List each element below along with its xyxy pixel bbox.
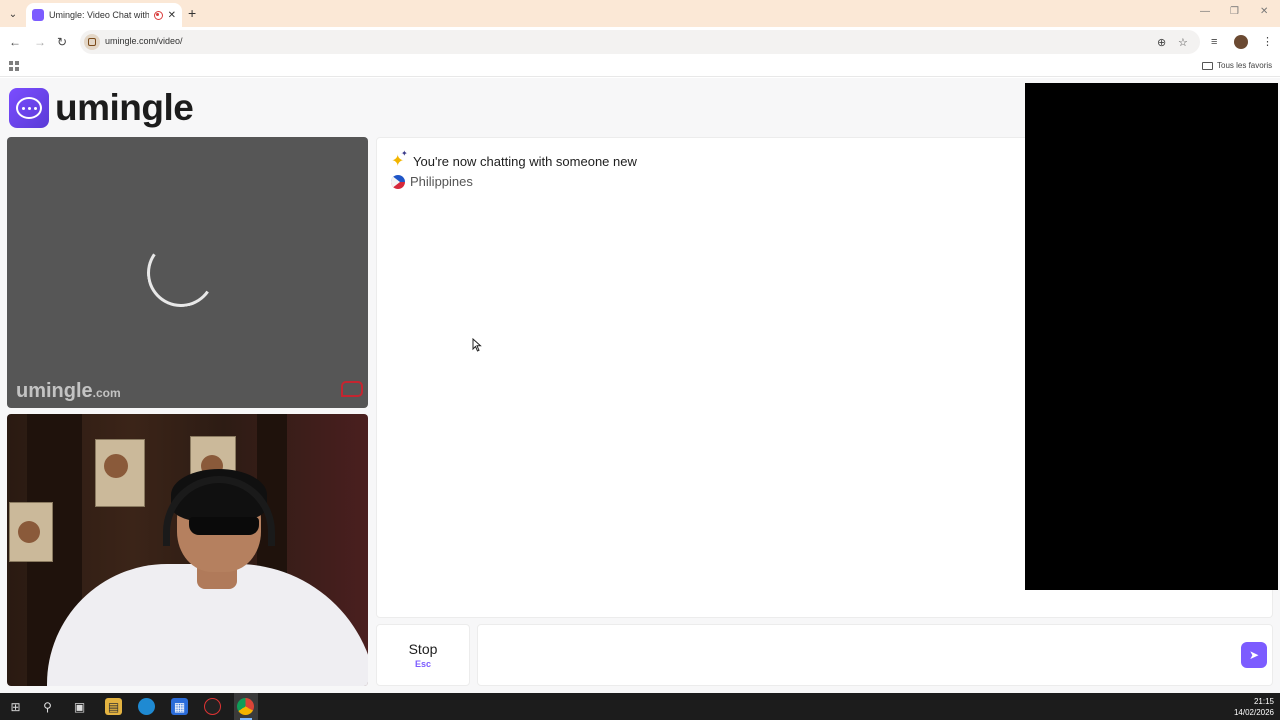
message-input[interactable] (477, 624, 1273, 686)
bookmarks-bar: Tous les favoris (0, 57, 1280, 77)
sparkle-icon (391, 149, 408, 171)
recording-indicator-icon (153, 10, 163, 20)
system-message: You're now chatting with someone new (391, 149, 637, 171)
file-explorer-icon[interactable]: ▤ (105, 698, 122, 715)
loading-spinner-icon (141, 233, 221, 313)
umingle-favicon-icon (32, 9, 44, 21)
clock-time: 21:15 (1253, 697, 1274, 706)
address-url[interactable]: umingle.com/video/ (105, 36, 183, 46)
wanted-poster-image (95, 439, 145, 507)
sunglasses (189, 517, 259, 535)
mouse-cursor-icon (472, 338, 482, 352)
back-button[interactable]: ← (9, 34, 21, 50)
country-name: Philippines (410, 174, 473, 189)
browser-tab-active[interactable]: Umingle: Video Chat with St ✕ (26, 3, 182, 27)
wanted-poster-image (9, 502, 53, 562)
browser-toolbar: ← → ↻ umingle.com/video/ ⊕ ☆ ≡ ⋮ (0, 27, 1280, 57)
search-icon[interactable]: ⚲ (39, 698, 56, 715)
stop-label: Stop (408, 641, 438, 657)
profile-avatar[interactable] (1234, 35, 1248, 49)
zoom-icon[interactable]: ⊕ (1157, 36, 1166, 49)
new-tab-button[interactable]: + (188, 5, 196, 21)
obs-recorder-icon[interactable] (204, 698, 221, 715)
ad-banner[interactable] (1025, 83, 1278, 590)
task-view-icon[interactable]: ▣ (71, 698, 88, 715)
stop-button[interactable]: Stop Esc (376, 624, 470, 686)
chat-bubble-logo-icon (9, 88, 49, 128)
windows-start-icon[interactable]: ⊞ (7, 698, 24, 715)
clock-date: 14/02/2026 (1233, 708, 1274, 717)
browser-tab-strip: ⌄ Umingle: Video Chat with St ✕ + — ❐ ✕ (0, 0, 1280, 27)
system-clock[interactable]: 21:15 14/02/2026 (1234, 696, 1274, 718)
bookmark-star-icon[interactable]: ☆ (1178, 36, 1188, 49)
windows-taskbar: ⊞ ⚲ ▣ ▤ ▦ 21:15 14/02/2026 (0, 693, 1280, 720)
all-bookmarks-link[interactable]: Tous les favoris (1217, 61, 1272, 70)
site-info-icon[interactable] (84, 34, 100, 50)
minimize-window-button[interactable]: — (1200, 6, 1210, 17)
forward-button[interactable]: → (34, 34, 46, 50)
apps-grid-icon[interactable] (9, 61, 19, 71)
tab-title: Umingle: Video Chat with St (49, 10, 149, 20)
chrome-icon[interactable] (237, 698, 254, 715)
folder-icon (1202, 62, 1213, 70)
system-message-text: You're now chatting with someone new (413, 153, 637, 169)
video-watermark: umingle.com (16, 380, 121, 402)
close-window-button[interactable]: ✕ (1260, 6, 1268, 17)
stop-shortcut-hint: Esc (414, 659, 431, 669)
tab-search-chevron-icon[interactable]: ⌄ (4, 5, 22, 23)
browser-menu-icon[interactable]: ⋮ (1262, 35, 1273, 48)
philippines-flag-icon (391, 174, 405, 189)
report-flag-icon[interactable] (341, 381, 363, 397)
page-content: umingle umingle.com You're now chatting … (0, 78, 1280, 693)
address-bar[interactable]: umingle.com/video/ ⊕ ☆ (80, 30, 1200, 54)
edge-browser-icon[interactable] (138, 698, 155, 715)
close-tab-icon[interactable]: ✕ (168, 10, 176, 21)
logo-text: umingle (55, 87, 194, 128)
self-webcam-video (7, 414, 368, 686)
site-logo[interactable]: umingle (9, 87, 194, 129)
send-message-button[interactable]: ➤ (1241, 642, 1267, 668)
media-controls-icon[interactable]: ≡ (1211, 36, 1217, 48)
restore-window-button[interactable]: ❐ (1230, 6, 1239, 17)
stranger-video: umingle.com (7, 137, 368, 408)
stranger-country: Philippines (391, 174, 473, 189)
reload-button[interactable]: ↻ (57, 34, 67, 50)
microsoft-store-icon[interactable]: ▦ (171, 698, 188, 715)
